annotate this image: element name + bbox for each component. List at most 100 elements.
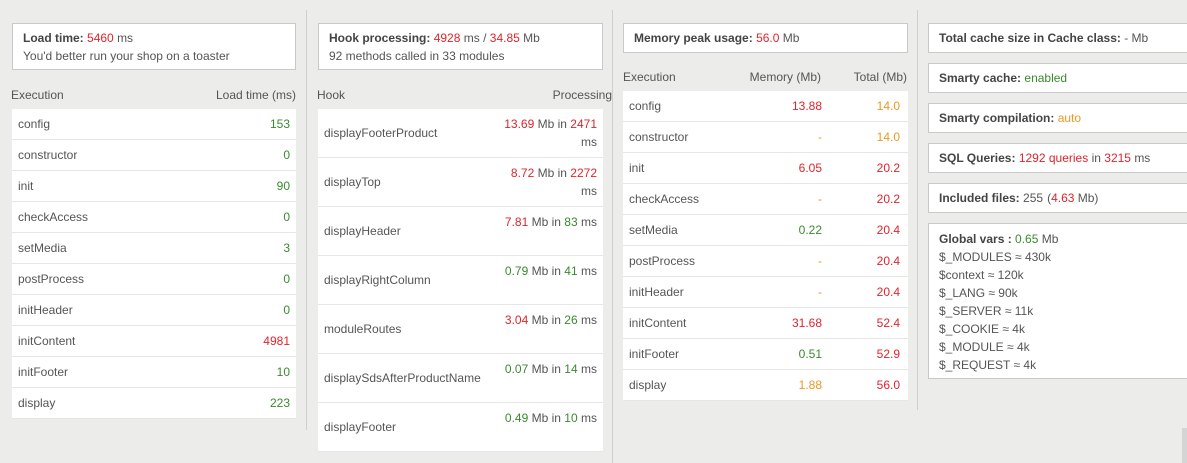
hook-row-processing: 8.72 Mb in 2272 ms <box>497 164 597 200</box>
smarty-cache-value: enabled <box>1024 71 1068 85</box>
mem-col-memory: Memory (Mb) <box>749 70 821 84</box>
hook-row-ms: ms <box>581 411 597 425</box>
included-files-close: Mb) <box>1077 191 1099 205</box>
mem-row-memory: 31.68 <box>791 316 822 330</box>
hook-row-mem: 13.69 <box>504 117 535 131</box>
cache-size-box: Total cache size in Cache class: - Mb <box>928 23 1187 53</box>
global-vars-value: 0.65 <box>1015 232 1039 246</box>
table-row: constructor 0 <box>12 140 296 171</box>
exec-row-name: postProcess <box>18 272 85 286</box>
mem-row-memory: - <box>818 192 822 206</box>
table-row: checkAccess 0 <box>12 202 296 233</box>
table-row: postProcess 0 <box>12 264 296 295</box>
hook-row-ms: ms <box>581 264 597 278</box>
hook-row-mb-in: Mb in <box>531 313 561 327</box>
mem-row-memory: - <box>818 254 822 268</box>
hook-row-ms: ms <box>581 313 597 327</box>
table-row: display 223 <box>12 388 296 419</box>
table-row: init 6.05 20.2 <box>623 153 908 184</box>
table-row: display 1.88 56.0 <box>623 370 908 401</box>
hook-row-name: displayTop <box>324 175 381 189</box>
exec-row-name: display <box>18 396 56 410</box>
exec-row-value: 4981 <box>263 334 290 348</box>
hook-table-header: Hook Processing <box>317 80 612 110</box>
mem-row-memory: 13.88 <box>791 99 822 113</box>
table-row: setMedia 0.22 20.4 <box>623 215 908 246</box>
mem-row-name: initFooter <box>629 347 680 361</box>
exec-table-header: Execution Load time (ms) <box>11 80 296 110</box>
hook-row-time: 10 <box>564 411 578 425</box>
included-files-count: 255 <box>1023 191 1044 205</box>
exec-row-value: 0 <box>283 303 290 317</box>
hook-row-mem: 7.81 <box>504 215 529 229</box>
mem-row-memory: - <box>818 285 822 299</box>
mem-row-total: 20.2 <box>876 192 900 206</box>
mem-row-memory: 6.05 <box>798 161 822 175</box>
exec-row-name: config <box>18 117 51 131</box>
mem-row-name: constructor <box>629 130 689 144</box>
global-var-item: $_COOKIE ≈ 4k <box>939 322 1025 336</box>
hook-row-name: displaySdsAfterProductName <box>324 371 481 385</box>
sql-queries-time: 3215 <box>1104 151 1131 165</box>
mem-row-memory: - <box>818 130 822 144</box>
hook-processing-box: Hook processing: 4928 ms / 34.85 Mb 92 m… <box>318 23 603 70</box>
hook-row-ms: ms <box>581 362 597 376</box>
hook-time-value: 4928 <box>433 31 461 45</box>
hook-row-mem: 0.07 <box>504 362 529 376</box>
hook-mem-value: 34.85 <box>489 31 520 45</box>
table-row: setMedia 3 <box>12 233 296 264</box>
mem-row-total: 20.4 <box>876 223 900 237</box>
memory-peak-box: Memory peak usage: 56.0 Mb <box>623 23 908 53</box>
exec-col-execution: Execution <box>11 88 64 102</box>
exec-row-value: 90 <box>276 179 290 193</box>
global-vars-line: Global vars : 0.65 Mb <box>939 230 1179 248</box>
hook-row-name: moduleRoutes <box>324 322 402 336</box>
table-row: displayHeader 7.81 Mb in 83 ms <box>318 207 603 256</box>
global-var-item: $context ≈ 120k <box>939 268 1024 282</box>
exec-row-name: setMedia <box>18 241 67 255</box>
exec-row-value: 3 <box>283 241 290 255</box>
included-files-label: Included files: <box>939 191 1020 205</box>
hook-row-processing: 3.04 Mb in 26 ms <box>497 311 597 329</box>
included-files-box: Included files: 255 (4.63 Mb) <box>928 183 1187 213</box>
global-var-item: $_LANG ≈ 90k <box>939 286 1018 300</box>
hook-row-processing: 0.79 Mb in 41 ms <box>497 262 597 280</box>
mem-row-name: checkAccess <box>629 192 700 206</box>
memory-peak-unit: Mb <box>782 31 800 45</box>
mem-row-memory: 1.88 <box>798 378 822 392</box>
table-row: initHeader 0 <box>12 295 296 326</box>
table-row: initFooter 10 <box>12 357 296 388</box>
sql-queries-box: SQL Queries: 1292 queries in 3215 ms <box>928 143 1187 173</box>
table-row: initFooter 0.51 52.9 <box>623 339 908 370</box>
hook-row-name: displayHeader <box>324 224 401 238</box>
table-row: postProcess - 20.4 <box>623 246 908 277</box>
cache-size-value: - Mb <box>1124 31 1149 45</box>
hook-row-time: 2272 <box>570 166 597 180</box>
hook-row-mb-in: Mb in <box>531 411 561 425</box>
global-vars-label: Global vars : <box>939 232 1012 246</box>
hook-row-time: 41 <box>564 264 578 278</box>
smarty-cache-box: Smarty cache: enabled <box>928 63 1187 93</box>
hook-col-hook: Hook <box>317 88 346 102</box>
info-column: Total cache size in Cache class: - Mb Sm… <box>918 0 1187 463</box>
hook-processing-line: Hook processing: 4928 ms / 34.85 Mb <box>329 29 592 47</box>
table-row: moduleRoutes 3.04 Mb in 26 ms <box>318 305 603 354</box>
hook-row-processing: 13.69 Mb in 2471 ms <box>497 115 597 151</box>
smarty-compilation-label: Smarty compilation: <box>939 111 1055 125</box>
hook-row-ms: ms <box>581 184 597 198</box>
load-time-unit: ms <box>117 31 134 45</box>
mem-col-execution: Execution <box>623 70 676 84</box>
hook-processing-label: Hook processing: <box>329 31 431 45</box>
exec-row-value: 153 <box>269 117 290 131</box>
exec-row-value: 0 <box>283 148 290 162</box>
exec-row-value: 10 <box>276 365 290 379</box>
scrollbar[interactable] <box>1182 428 1187 463</box>
hook-processing-note: 92 methods called in 33 modules <box>329 49 505 63</box>
table-row: displayFooterProduct 13.69 Mb in 2471 ms <box>318 109 603 158</box>
exec-row-value: 0 <box>283 272 290 286</box>
load-time-note: You'd better run your shop on a toaster <box>23 49 230 63</box>
global-vars-unit: Mb <box>1041 232 1059 246</box>
table-row: initHeader - 20.4 <box>623 277 908 308</box>
load-time-line: Load time: 5460 ms <box>23 29 285 47</box>
hook-row-name: displayFooter <box>324 420 397 434</box>
